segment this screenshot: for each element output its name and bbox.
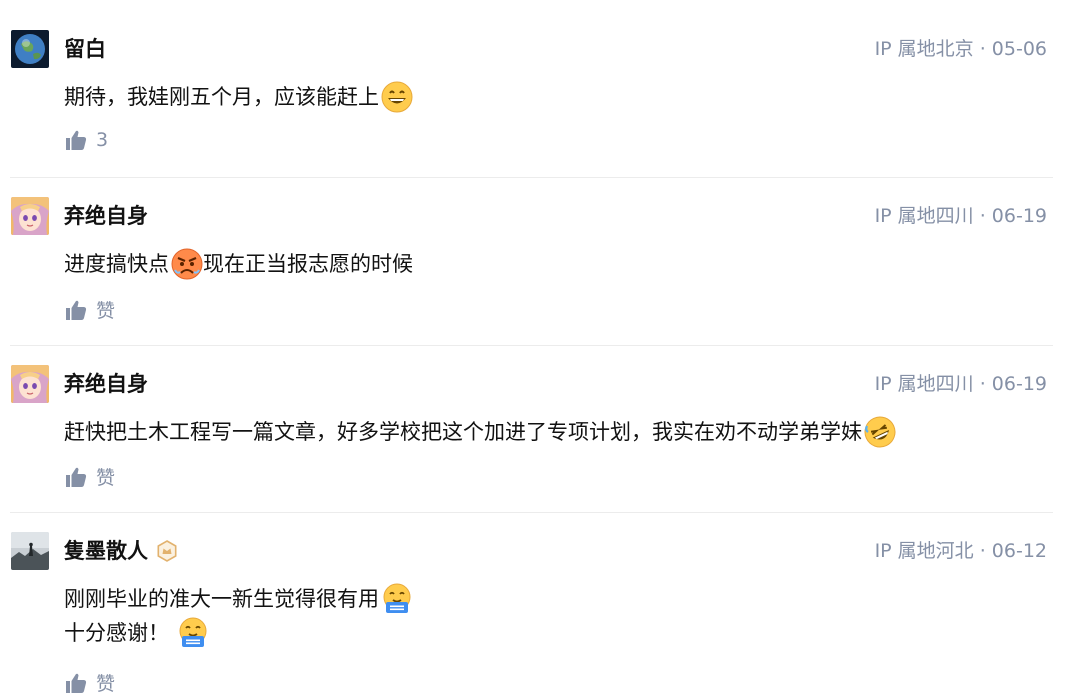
comment-meta: IP 属地四川 · 06-19 — [874, 373, 1047, 395]
comment-meta: IP 属地北京 · 05-06 — [874, 38, 1047, 60]
author-name-text[interactable]: 留白 — [64, 35, 106, 63]
comment-content: 赶快把土木工程写一篇文章，好多学校把这个加进了专项计划，我实在劝不动学弟学妹 — [64, 415, 896, 449]
thumbs-up-icon — [66, 130, 87, 150]
comment-text-line: 赶快把土木工程写一篇文章，好多学校把这个加进了专项计划，我实在劝不动学弟学妹 — [64, 420, 862, 444]
comment-meta: IP 属地河北 · 06-12 — [874, 540, 1047, 562]
comment-list: 留白 IP 属地北京 · 05-06 期待，我娃刚五个月，应该能赶上 3 弃绝自… — [0, 0, 1080, 697]
author-name-text[interactable]: 隻墨散人 — [64, 537, 148, 565]
author-name-text[interactable]: 弃绝自身 — [64, 202, 148, 230]
author-name-text[interactable]: 弃绝自身 — [64, 370, 148, 398]
comment-meta: IP 属地四川 · 06-19 — [874, 205, 1047, 227]
avatar[interactable] — [11, 197, 49, 235]
like-label: 赞 — [96, 673, 116, 695]
comment-text-line: 进度搞快点 — [64, 252, 169, 276]
comment-item: 弃绝自身 IP 属地四川 · 06-19 赶快把土木工程写一篇文章，好多学校把这… — [0, 346, 1080, 512]
thumbs-up-icon — [66, 673, 87, 693]
creator-badge-icon[interactable] — [156, 540, 178, 562]
comment-item: 弃绝自身 IP 属地四川 · 06-19 进度搞快点 现在正当报志愿的时候 赞 — [0, 178, 1080, 345]
comment-item: 隻墨散人 IP 属地河北 · 06-12 刚刚毕业的准大一新生觉得很有用 十分感… — [0, 513, 1080, 697]
agree-face-emoji — [381, 583, 413, 615]
like-button[interactable]: 3 — [64, 129, 108, 151]
angry-face-emoji — [171, 248, 203, 280]
comment-item: 留白 IP 属地北京 · 05-06 期待，我娃刚五个月，应该能赶上 3 — [0, 0, 1080, 177]
comment-text-line: 刚刚毕业的准大一新生觉得很有用 — [64, 587, 379, 611]
thumbs-up-icon — [66, 300, 87, 320]
avatar[interactable] — [11, 365, 49, 403]
author-name[interactable]: 弃绝自身 — [64, 202, 148, 230]
author-name[interactable]: 弃绝自身 — [64, 370, 148, 398]
avatar[interactable] — [11, 30, 49, 68]
comment-content: 刚刚毕业的准大一新生觉得很有用 十分感谢！ — [64, 582, 413, 650]
comment-text-line: 十分感谢！ — [64, 621, 169, 645]
avatar[interactable] — [11, 532, 49, 570]
like-button[interactable]: 赞 — [64, 463, 115, 490]
like-button[interactable]: 赞 — [64, 296, 115, 323]
comment-content: 期待，我娃刚五个月，应该能赶上 — [64, 80, 413, 114]
thumbs-up-icon — [66, 467, 87, 487]
like-label: 赞 — [96, 300, 116, 322]
author-name[interactable]: 隻墨散人 — [64, 537, 178, 565]
agree-face-emoji — [177, 617, 209, 649]
rolling-laughing-emoji — [864, 416, 896, 448]
comment-text-line: 期待，我娃刚五个月，应该能赶上 — [64, 85, 379, 109]
author-name[interactable]: 留白 — [64, 35, 106, 63]
like-count: 3 — [96, 129, 109, 151]
like-label: 赞 — [96, 467, 116, 489]
comment-content: 进度搞快点 现在正当报志愿的时候 — [64, 247, 413, 281]
like-button[interactable]: 赞 — [64, 669, 115, 696]
grinning-face-emoji — [381, 81, 413, 113]
comment-text-line: 现在正当报志愿的时候 — [203, 252, 413, 276]
